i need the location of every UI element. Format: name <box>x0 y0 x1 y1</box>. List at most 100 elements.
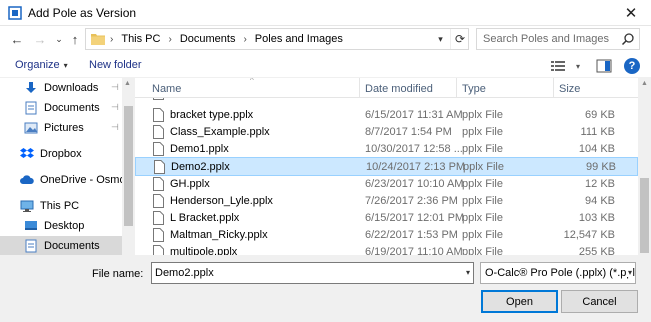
navigation-bar: ← → ⌄ ↑ › This PC › Documents › Poles an… <box>0 26 651 53</box>
column-divider[interactable] <box>359 78 360 98</box>
breadcrumb: › This PC › Documents › Poles and Images <box>108 33 343 45</box>
file-type: pplx File <box>462 178 503 190</box>
breadcrumb-separator[interactable]: › <box>168 34 171 45</box>
file-date: 6/15/2017 11:31 AM <box>365 109 463 121</box>
sidebar-item-label: Desktop <box>44 220 85 232</box>
file-size: 104 KB <box>578 143 615 155</box>
navigation-pane-scrollbar[interactable]: ▲ <box>122 78 135 255</box>
file-size: 12 KB <box>585 178 615 190</box>
file-list: ^ Name Date modified Type Size bracket t… <box>135 78 651 255</box>
document-icon <box>25 239 37 253</box>
app-icon <box>8 6 22 20</box>
sidebar-item-downloads[interactable]: Downloads ⊣ <box>0 78 122 98</box>
breadcrumb-separator: › <box>110 33 114 45</box>
file-size: 255 KB <box>578 246 615 255</box>
file-icon <box>153 177 164 191</box>
folder-icon <box>91 34 105 45</box>
file-type: pplx File <box>463 161 504 173</box>
file-icon <box>153 98 164 100</box>
sidebar-item-desktop[interactable]: Desktop <box>0 216 122 236</box>
sidebar-item-documents[interactable]: Documents <box>0 236 122 255</box>
sidebar-item-label: Dropbox <box>40 148 82 160</box>
file-size: 111 KB <box>580 126 615 138</box>
sidebar-item-label: This PC <box>40 200 80 212</box>
up-button[interactable]: ↑ <box>66 30 84 48</box>
sidebar-item-documents-pinned[interactable]: Documents ⊣ <box>0 98 122 118</box>
file-type-select[interactable]: O-Calc® Pro Pole (.pplx) (*.pplx) ▾ <box>480 262 636 284</box>
file-name: L Bracket.pplx <box>170 212 240 224</box>
sidebar-item-onedrive[interactable]: OneDrive - Osmose <box>0 170 135 190</box>
sidebar-item-this-pc[interactable]: This PC <box>0 196 122 216</box>
search-input[interactable]: Search Poles and Images <box>476 28 640 50</box>
chevron-down-icon: ▾ <box>576 61 581 71</box>
file-list-header: ^ Name Date modified Type Size <box>135 78 638 98</box>
file-type: pplx File <box>462 126 503 138</box>
sidebar-item-pictures[interactable]: Pictures ⊣ <box>0 118 122 138</box>
column-header-date-modified[interactable]: Date modified <box>365 83 433 95</box>
column-divider[interactable] <box>553 78 554 98</box>
open-button[interactable]: Open <box>481 290 558 313</box>
back-button[interactable]: ← <box>8 30 26 48</box>
table-row-selected[interactable]: Demo2.pplx 10/24/2017 2:13 PM pplx File … <box>135 157 638 176</box>
sidebar-item-label: Documents <box>44 240 100 252</box>
file-name: Demo1.pplx <box>170 143 229 155</box>
forward-button[interactable]: → <box>31 30 49 48</box>
file-name: Henderson_Lyle.pplx <box>170 195 273 207</box>
search-placeholder: Search Poles and Images <box>483 33 609 45</box>
chevron-down-icon[interactable]: ▾ <box>432 29 449 49</box>
breadcrumb-documents[interactable]: Documents <box>180 33 236 45</box>
scroll-up-icon[interactable]: ▲ <box>124 80 131 87</box>
sidebar-item-label: OneDrive - Osmose <box>40 174 135 186</box>
file-icon <box>153 211 164 225</box>
table-row-clipped[interactable] <box>135 98 638 103</box>
file-date: 10/24/2017 2:13 PM <box>366 161 466 173</box>
title-bar: Add Pole as Version ✕ <box>0 0 651 26</box>
scroll-up-icon[interactable]: ▲ <box>641 80 648 87</box>
organize-button[interactable]: Organize ▾ <box>15 59 68 71</box>
file-type: pplx File <box>462 195 503 207</box>
file-name-field[interactable]: Demo2.pplx ▾ <box>151 262 474 284</box>
file-date: 6/15/2017 12:01 PM <box>365 212 465 224</box>
close-button[interactable]: ✕ <box>611 0 651 26</box>
scrollbar-thumb[interactable] <box>640 178 649 253</box>
command-toolbar: Organize ▾ New folder ▾ ? <box>0 54 651 78</box>
dialog-footer: File name: Demo2.pplx ▾ O-Calc® Pro Pole… <box>0 255 651 322</box>
column-header-name[interactable]: Name <box>152 83 181 95</box>
file-date: 6/23/2017 10:10 AM <box>365 178 464 190</box>
file-name: multipole.pplx <box>170 246 238 255</box>
navigation-pane: Downloads ⊣ Documents ⊣ Pictures ⊣ Dropb… <box>0 78 135 255</box>
help-button[interactable]: ? <box>624 58 640 74</box>
address-bar[interactable]: › This PC › Documents › Poles and Images… <box>85 28 469 50</box>
sidebar-item-label: Downloads <box>44 82 99 94</box>
column-header-size[interactable]: Size <box>559 83 580 95</box>
cancel-button[interactable]: Cancel <box>561 290 638 313</box>
scrollbar-thumb[interactable] <box>124 106 133 226</box>
file-name: Class_Example.pplx <box>170 126 270 138</box>
document-icon <box>25 101 37 115</box>
file-date: 6/22/2017 1:53 PM <box>365 229 458 241</box>
file-date: 10/30/2017 12:58 ... <box>365 143 463 155</box>
sidebar-item-dropbox[interactable]: Dropbox <box>0 144 122 164</box>
column-divider[interactable] <box>456 78 457 98</box>
column-header-type[interactable]: Type <box>462 83 486 95</box>
breadcrumb-poles-and-images[interactable]: Poles and Images <box>255 33 343 45</box>
change-view-button[interactable]: ▾ <box>551 58 581 74</box>
refresh-button[interactable]: ⟳ <box>450 29 469 49</box>
chevron-down-icon: ▾ <box>625 268 632 277</box>
preview-pane-icon[interactable] <box>596 58 612 74</box>
file-type: pplx File <box>462 246 503 255</box>
file-date: 8/7/2017 1:54 PM <box>365 126 452 138</box>
breadcrumb-this-pc[interactable]: This PC <box>121 33 160 45</box>
new-folder-button[interactable]: New folder <box>89 59 142 71</box>
pin-icon: ⊣ <box>111 102 119 112</box>
chevron-down-icon[interactable]: ▾ <box>466 268 470 277</box>
table-row[interactable]: multipole.pplx 6/19/2017 11:10 AM pplx F… <box>135 243 638 255</box>
sidebar-item-label: Documents <box>44 102 100 114</box>
file-icon <box>153 245 164 255</box>
cloud-icon <box>20 175 34 184</box>
file-name: bracket type.pplx <box>170 109 254 121</box>
breadcrumb-separator[interactable]: › <box>243 34 246 45</box>
file-list-scrollbar[interactable]: ▲ <box>638 78 651 255</box>
file-date: 7/26/2017 2:36 PM <box>365 195 458 207</box>
file-type: pplx File <box>462 229 503 241</box>
